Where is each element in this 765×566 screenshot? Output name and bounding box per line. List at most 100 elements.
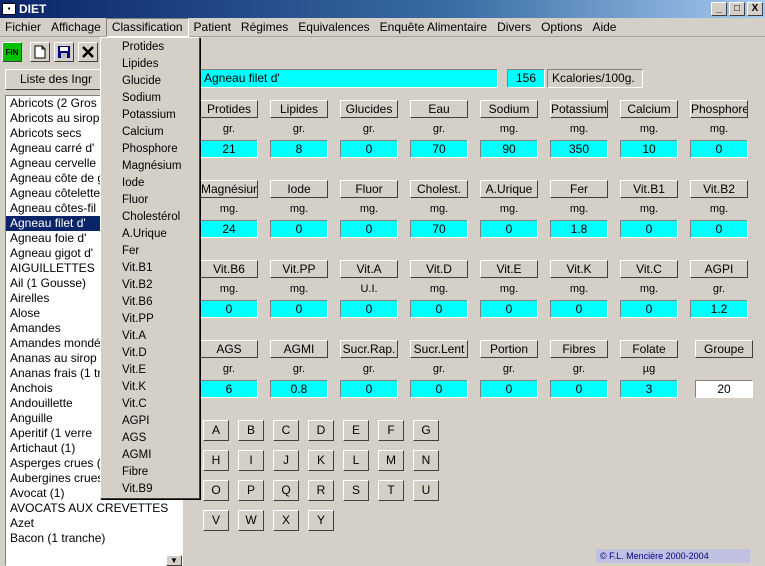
maximize-button[interactable]: □ (729, 2, 745, 16)
classification-item[interactable]: Fluor (101, 192, 199, 209)
nutrient-value: 0 (480, 300, 538, 318)
nutrient-value: 0 (480, 380, 538, 398)
list-item[interactable]: Azet (6, 516, 182, 531)
minimize-button[interactable]: _ (711, 2, 727, 16)
diet-app-icon[interactable]: ▪ (2, 3, 16, 15)
nutrient-unit: mg. (429, 283, 449, 295)
classification-item[interactable]: Fer (101, 243, 199, 260)
letter-button-k[interactable]: K (308, 450, 334, 471)
letter-button-f[interactable]: F (378, 420, 404, 441)
nutrient-unit: gr. (712, 283, 726, 295)
letter-button-o[interactable]: O (203, 480, 229, 501)
menu-options[interactable]: Options (536, 18, 587, 37)
classification-item[interactable]: A.Urique (101, 226, 199, 243)
menu-affichage[interactable]: Affichage (46, 18, 106, 37)
letter-button-x[interactable]: X (273, 510, 299, 531)
letter-button-q[interactable]: Q (273, 480, 299, 501)
classification-item[interactable]: Lipides (101, 56, 199, 73)
nutrient-value: 21 (200, 140, 258, 158)
nutrient-unit: gr. (222, 363, 236, 375)
nutrient-label: Folate (620, 340, 678, 358)
nutrient-value: 0 (340, 220, 398, 238)
nutrient-label: Protides (200, 100, 258, 118)
nutrient-unit: gr. (432, 363, 446, 375)
classification-item[interactable]: Vit.K (101, 379, 199, 396)
letter-button-y[interactable]: Y (308, 510, 334, 531)
classification-item[interactable]: Phosphore (101, 141, 199, 158)
classification-item[interactable]: Iode (101, 175, 199, 192)
title-bar: ▪ DIET _ □ X (0, 0, 765, 18)
letter-button-l[interactable]: L (343, 450, 369, 471)
nutrient-value: 0 (270, 220, 328, 238)
letter-button-b[interactable]: B (238, 420, 264, 441)
nutrient-label: Cholest. (410, 180, 468, 198)
new-document-button[interactable] (30, 42, 50, 62)
classification-item[interactable]: AGMI (101, 447, 199, 464)
letter-button-g[interactable]: G (413, 420, 439, 441)
classification-item[interactable]: Vit.B2 (101, 277, 199, 294)
classification-item[interactable]: Potassium (101, 107, 199, 124)
letter-button-a[interactable]: A (203, 420, 229, 441)
classification-item[interactable]: Vit.B6 (101, 294, 199, 311)
nutrient-label: Phosphore (690, 100, 748, 118)
menu-fichier[interactable]: Fichier (0, 18, 46, 37)
classification-item[interactable]: Glucide (101, 73, 199, 90)
letter-button-h[interactable]: H (203, 450, 229, 471)
delete-button[interactable] (78, 42, 98, 62)
nutrient-label: Vit.K (550, 260, 608, 278)
classification-item[interactable]: AGS (101, 430, 199, 447)
letter-button-t[interactable]: T (378, 480, 404, 501)
nutrient-label: Vit.C (620, 260, 678, 278)
menu-enqu-te-alimentaire[interactable]: Enquête Alimentaire (375, 18, 492, 37)
save-button[interactable] (54, 42, 74, 62)
nutrient-label: Vit.B6 (200, 260, 258, 278)
food-name-field[interactable]: Agneau filet d' (200, 69, 498, 88)
letter-button-n[interactable]: N (413, 450, 439, 471)
letter-button-j[interactable]: J (273, 450, 299, 471)
nutrient-label: Iode (270, 180, 328, 198)
classification-item[interactable]: Vit.B9 (101, 481, 199, 498)
nutrient-unit: mg. (639, 203, 659, 215)
letter-button-c[interactable]: C (273, 420, 299, 441)
classification-item[interactable]: Magnésium (101, 158, 199, 175)
letter-button-s[interactable]: S (343, 480, 369, 501)
letter-button-w[interactable]: W (238, 510, 264, 531)
letter-button-v[interactable]: V (203, 510, 229, 531)
menu-divers[interactable]: Divers (492, 18, 536, 37)
list-item[interactable]: AVOCATS AUX CREVETTES (6, 501, 182, 516)
classification-item[interactable]: Vit.C (101, 396, 199, 413)
classification-item[interactable]: Vit.PP (101, 311, 199, 328)
letter-button-i[interactable]: I (238, 450, 264, 471)
menu-r-gimes[interactable]: Régimes (236, 18, 293, 37)
classification-item[interactable]: Vit.E (101, 362, 199, 379)
menu-aide[interactable]: Aide (587, 18, 621, 37)
menu-patient[interactable]: Patient (189, 18, 236, 37)
nutrient-value: 0 (200, 300, 258, 318)
nutrient-label: Potassium (550, 100, 608, 118)
classification-item[interactable]: AGPI (101, 413, 199, 430)
fin-button[interactable]: FIN (2, 42, 22, 62)
letter-button-m[interactable]: M (378, 450, 404, 471)
classification-item[interactable]: Vit.B1 (101, 260, 199, 277)
menu-classification[interactable]: Classification (105, 17, 189, 37)
groupe-field[interactable]: 20 (695, 380, 753, 398)
letter-button-e[interactable]: E (343, 420, 369, 441)
classification-item[interactable]: Vit.A (101, 328, 199, 345)
letter-button-d[interactable]: D (308, 420, 334, 441)
letter-button-p[interactable]: P (238, 480, 264, 501)
list-item[interactable]: Bacon (1 tranche) (6, 531, 182, 546)
classification-item[interactable]: Calcium (101, 124, 199, 141)
letter-button-u[interactable]: U (413, 480, 439, 501)
classification-item[interactable]: Fibre (101, 464, 199, 481)
scroll-down-arrow[interactable]: ▼ (166, 555, 182, 566)
classification-item[interactable]: Vit.D (101, 345, 199, 362)
nutrient-value: 0 (270, 300, 328, 318)
letter-button-r[interactable]: R (308, 480, 334, 501)
fin-label: FIN (5, 47, 19, 57)
classification-item[interactable]: Sodium (101, 90, 199, 107)
classification-item[interactable]: Protides (101, 39, 199, 56)
classification-item[interactable]: Cholestérol (101, 209, 199, 226)
menu-equivalences[interactable]: Equivalences (293, 18, 374, 37)
close-button[interactable]: X (747, 2, 763, 16)
nutrient-value: 90 (480, 140, 538, 158)
